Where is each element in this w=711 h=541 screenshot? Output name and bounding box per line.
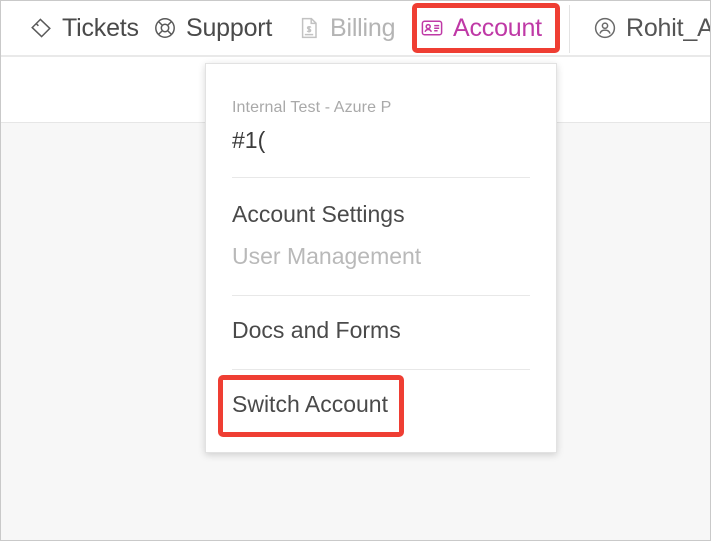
user-circle-icon xyxy=(593,16,617,40)
nav-item-user-label: Rohit_A xyxy=(626,13,711,42)
account-id: #1( xyxy=(232,127,266,153)
account-dropdown-menu: Internal Test - Azure P #1( Account Sett… xyxy=(205,63,557,453)
account-dropdown-header: Internal Test - Azure P #1( xyxy=(232,98,542,154)
application-window: Tickets Support Billing Account Rohit_A … xyxy=(0,0,711,541)
nav-item-account-label: Account xyxy=(453,13,542,42)
dropdown-separator xyxy=(232,177,530,178)
organization-name: Internal Test - Azure P xyxy=(232,99,392,116)
menu-item-account-settings[interactable]: Account Settings xyxy=(232,200,405,228)
nav-item-tickets-label: Tickets xyxy=(62,13,139,42)
ticket-icon xyxy=(29,16,53,40)
nav-item-billing[interactable]: Billing xyxy=(297,1,396,55)
nav-divider xyxy=(569,5,570,53)
menu-item-docs-and-forms[interactable]: Docs and Forms xyxy=(232,316,401,344)
lifebuoy-icon xyxy=(153,16,177,40)
menu-item-switch-account[interactable]: Switch Account xyxy=(232,390,388,418)
nav-item-support-label: Support xyxy=(186,13,273,42)
invoice-icon xyxy=(297,16,321,40)
id-card-icon xyxy=(420,16,444,40)
nav-item-tickets[interactable]: Tickets xyxy=(29,1,139,55)
nav-item-support[interactable]: Support xyxy=(153,1,272,55)
dropdown-separator xyxy=(232,295,530,296)
menu-item-user-management[interactable]: User Management xyxy=(232,242,421,270)
dropdown-separator xyxy=(232,369,530,370)
nav-item-account[interactable]: Account xyxy=(420,1,542,55)
nav-item-user-menu[interactable]: Rohit_A xyxy=(593,1,711,55)
nav-item-billing-label: Billing xyxy=(330,13,396,42)
top-navigation-bar: Tickets Support Billing Account Rohit_A xyxy=(1,1,711,57)
